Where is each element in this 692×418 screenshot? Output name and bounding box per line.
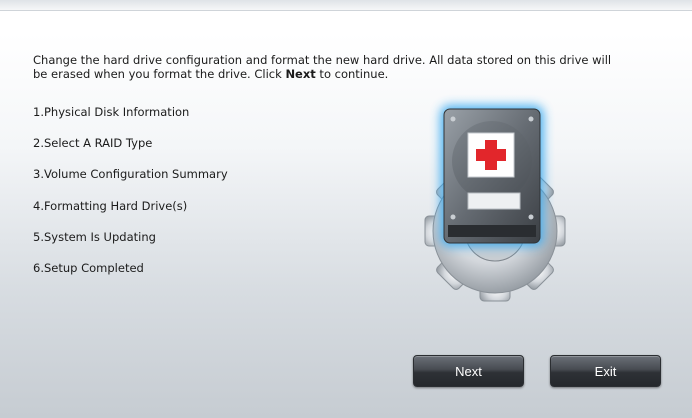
- intro-next-emphasis: Next: [285, 66, 316, 81]
- intro-text: Change the hard drive configuration and …: [33, 53, 623, 81]
- step-item: 2.Select A RAID Type: [33, 136, 153, 151]
- intro-text-part: to continue.: [315, 66, 389, 81]
- next-button[interactable]: Next: [413, 355, 524, 387]
- step-item: 4.Formatting Hard Drive(s): [33, 198, 188, 213]
- step-item: 1.Physical Disk Information: [33, 105, 190, 119]
- raid-setup-wizard: Change the hard drive configuration and …: [0, 11, 692, 418]
- medical-cross-icon: [467, 132, 515, 178]
- exit-button[interactable]: Exit: [550, 355, 661, 387]
- wizard-steps: 1.Physical Disk Information 2.Select A R…: [33, 105, 228, 292]
- step-item: 5.System Is Updating: [33, 229, 156, 244]
- step-item: 3.Volume Configuration Summary: [33, 167, 228, 182]
- step-item: 6.Setup Completed: [33, 260, 144, 275]
- top-bar: [0, 0, 692, 11]
- hard-drive-repair-gear-icon: [424, 105, 566, 302]
